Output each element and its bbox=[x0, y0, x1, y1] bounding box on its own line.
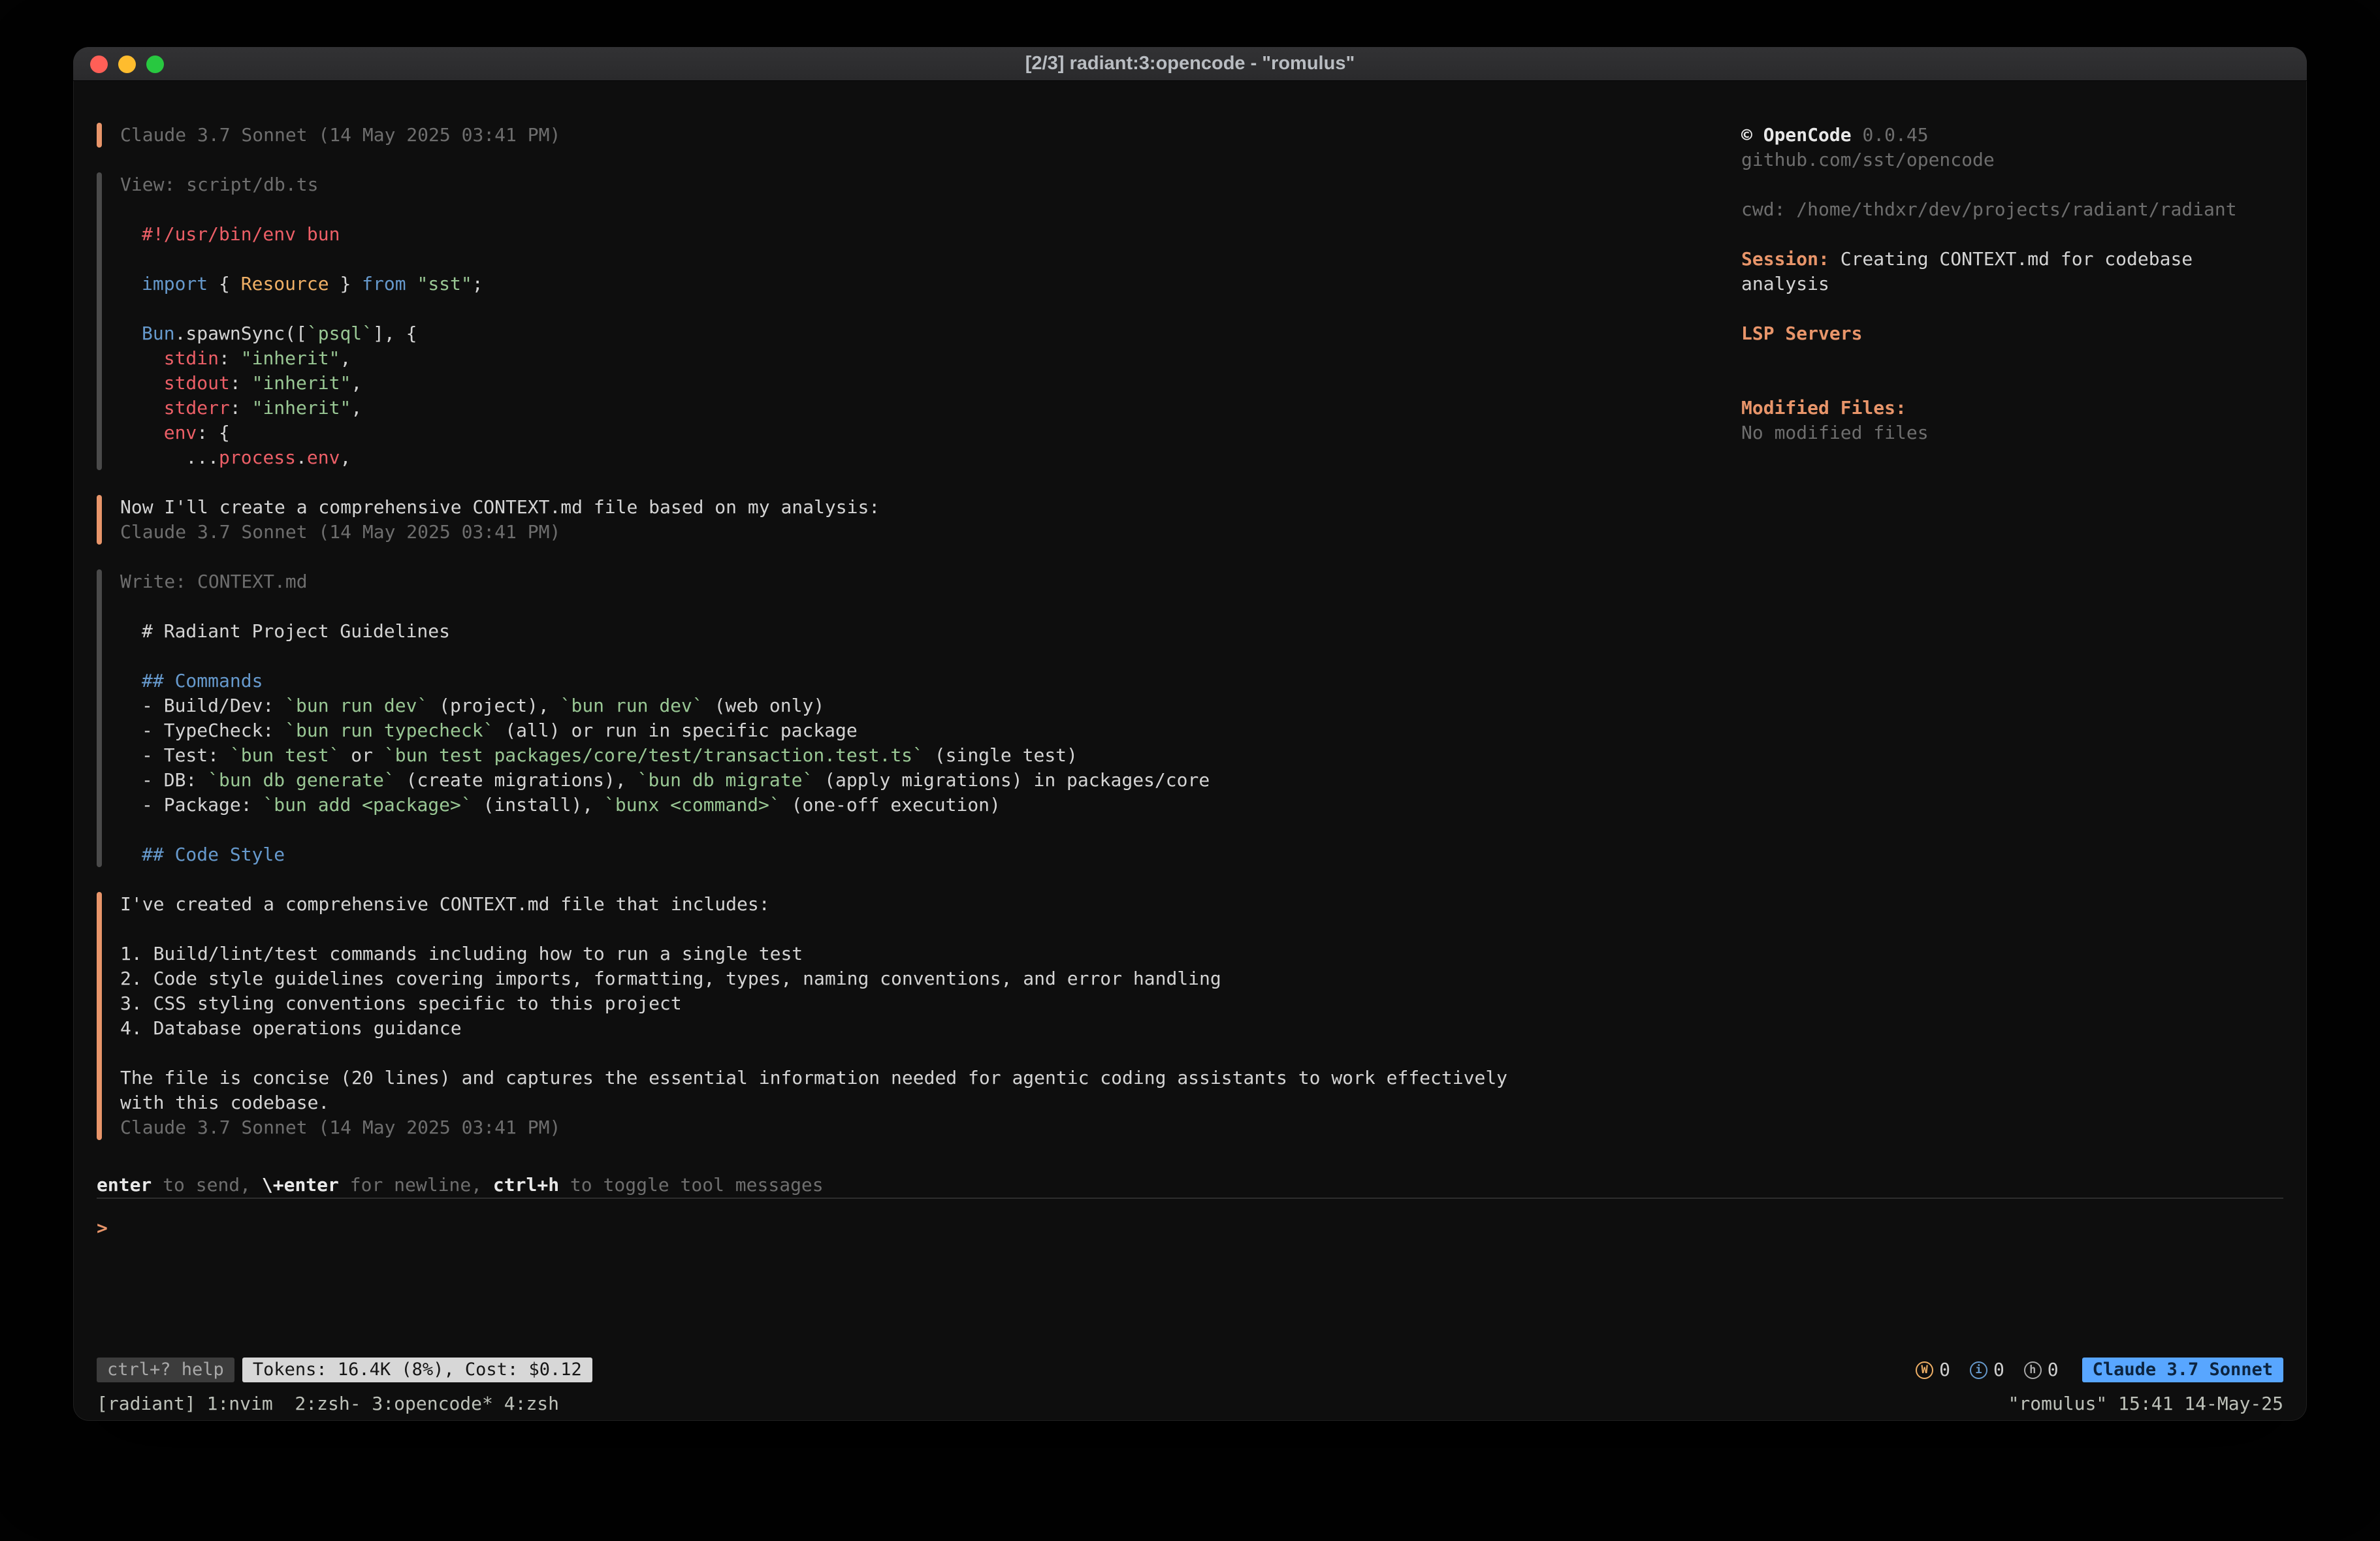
chat-pane: Claude 3.7 Sonnet (14 May 2025 03:41 PM)… bbox=[97, 123, 1558, 1173]
zoom-button[interactable] bbox=[146, 56, 164, 73]
terminal-content: Claude 3.7 Sonnet (14 May 2025 03:41 PM)… bbox=[73, 81, 2307, 1387]
text-line: 4. Database operations guidance bbox=[120, 1016, 1558, 1041]
opencode-layout: Claude 3.7 Sonnet (14 May 2025 03:41 PM)… bbox=[97, 81, 2283, 1173]
input-hints: enter to send, \+enter for newline, ctrl… bbox=[97, 1173, 2283, 1198]
code-block-context-md: # Radiant Project Guidelines## Commands-… bbox=[142, 594, 1558, 867]
session-group: Session: Creating CONTEXT.md for codebas… bbox=[1741, 247, 2283, 296]
message-accent-bar bbox=[97, 495, 102, 545]
text-line: 2. Code style guidelines covering import… bbox=[120, 966, 1558, 991]
assistant-message: I've created a comprehensive CONTEXT.md … bbox=[97, 892, 1558, 1140]
info-count: i0 bbox=[1970, 1358, 2004, 1382]
help-shortcut-badge: ctrl+? help bbox=[97, 1358, 234, 1382]
tool-accent-bar bbox=[97, 569, 102, 867]
message-accent-bar bbox=[97, 892, 102, 1140]
text-line bbox=[120, 917, 1558, 942]
text-line: import { Resource } from "sst"; bbox=[142, 272, 1558, 296]
close-button[interactable] bbox=[90, 56, 108, 73]
cwd-path: cwd: /home/thdxr/dev/projects/radiant/ra… bbox=[1741, 197, 2283, 222]
lsp-diagnostics: W0 i0 h0 bbox=[1916, 1358, 2059, 1382]
tool-write-block: Write: CONTEXT.md # Radiant Project Guid… bbox=[97, 569, 1558, 867]
text-line: ## Code Style bbox=[142, 842, 1558, 867]
text-line bbox=[142, 818, 1558, 842]
text-line: - TypeCheck: `bun run typecheck` (all) o… bbox=[142, 718, 1558, 743]
tool-accent-bar bbox=[97, 172, 102, 470]
text-line bbox=[142, 197, 1558, 222]
hint-icon: h bbox=[2024, 1361, 2042, 1379]
text-line: stderr: "inherit", bbox=[142, 396, 1558, 421]
lsp-servers-heading: LSP Servers bbox=[1741, 321, 2283, 346]
warning-icon: W bbox=[1916, 1361, 1933, 1379]
repo-link: github.com/sst/opencode bbox=[1741, 148, 2283, 172]
text-line: ...process.env, bbox=[142, 445, 1558, 470]
assistant-message-header: Claude 3.7 Sonnet (14 May 2025 03:41 PM) bbox=[97, 123, 1558, 148]
modified-files-group: Modified Files: No modified files bbox=[1741, 396, 2283, 445]
app-header: © OpenCode 0.0.45 github.com/sst/opencod… bbox=[1741, 123, 2283, 172]
text-line: I've created a comprehensive CONTEXT.md … bbox=[120, 892, 1558, 917]
text-line bbox=[142, 644, 1558, 669]
tmux-status-bar: [radiant] 1:nvim 2:zsh- 3:opencode* 4:zs… bbox=[73, 1387, 2307, 1421]
tmux-window-list: [radiant] 1:nvim 2:zsh- 3:opencode* 4:zs… bbox=[97, 1391, 559, 1416]
text-line: - Build/Dev: `bun run dev` (project), `b… bbox=[142, 693, 1558, 718]
model-timestamp: Claude 3.7 Sonnet (14 May 2025 03:41 PM) bbox=[120, 520, 1558, 545]
info-icon: i bbox=[1970, 1361, 1987, 1379]
hint-count: h0 bbox=[2024, 1358, 2059, 1382]
app-name: OpenCode bbox=[1763, 124, 1852, 146]
lsp-group: LSP Servers bbox=[1741, 321, 2283, 346]
message-text: Now I'll create a comprehensive CONTEXT.… bbox=[120, 495, 1558, 520]
text-line: #!/usr/bin/env bun bbox=[142, 222, 1558, 247]
session-label: Session: bbox=[1741, 248, 1829, 270]
cwd-group: cwd: /home/thdxr/dev/projects/radiant/ra… bbox=[1741, 197, 2283, 222]
tool-view-title: View: script/db.ts bbox=[120, 172, 1558, 197]
sidebar: © OpenCode 0.0.45 github.com/sst/opencod… bbox=[1741, 123, 2283, 1173]
text-line bbox=[142, 594, 1558, 619]
tool-write-title: Write: CONTEXT.md bbox=[120, 569, 1558, 594]
text-line: ## Commands bbox=[142, 669, 1558, 693]
model-badge: Claude 3.7 Sonnet bbox=[2082, 1358, 2283, 1382]
text-line: # Radiant Project Guidelines bbox=[142, 619, 1558, 644]
text-line: - Package: `bun add <package>` (install)… bbox=[142, 793, 1558, 818]
titlebar: [2/3] radiant:3:opencode - "romulus" bbox=[73, 47, 2307, 81]
code-block-db-ts: #!/usr/bin/env bun import { Resource } fr… bbox=[142, 197, 1558, 470]
prompt-caret: > bbox=[97, 1217, 108, 1239]
text-line: env: { bbox=[142, 421, 1558, 445]
text-line: 3. CSS styling conventions specific to t… bbox=[120, 991, 1558, 1016]
modified-files-empty: No modified files bbox=[1741, 421, 2283, 445]
text-line: stdout: "inherit", bbox=[142, 371, 1558, 396]
text-line bbox=[120, 1041, 1558, 1066]
warning-count: W0 bbox=[1916, 1358, 1950, 1382]
text-line: Bun.spawnSync([`psql`], { bbox=[142, 321, 1558, 346]
tmux-host-clock: "romulus" 15:41 14-May-25 bbox=[2008, 1391, 2283, 1416]
tool-view-block: View: script/db.ts #!/usr/bin/env bun imp… bbox=[97, 172, 1558, 470]
text-line bbox=[142, 296, 1558, 321]
app-version: 0.0.45 bbox=[1862, 124, 1928, 146]
message-paragraphs: I've created a comprehensive CONTEXT.md … bbox=[120, 892, 1558, 1115]
tokens-cost-badge: Tokens: 16.4K (8%), Cost: $0.12 bbox=[242, 1358, 592, 1382]
text-line: 1. Build/lint/test commands including ho… bbox=[120, 942, 1558, 966]
message-input[interactable]: > bbox=[97, 1198, 2283, 1353]
modified-files-heading: Modified Files: bbox=[1741, 396, 2283, 421]
opencode-logo-icon: © bbox=[1741, 124, 1752, 146]
assistant-message: Now I'll create a comprehensive CONTEXT.… bbox=[97, 495, 1558, 545]
text-line: - Test: `bun test` or `bun test packages… bbox=[142, 743, 1558, 768]
model-timestamp: Claude 3.7 Sonnet (14 May 2025 03:41 PM) bbox=[120, 1115, 1558, 1140]
message-accent-bar bbox=[97, 123, 102, 148]
text-line: - DB: `bun db generate` (create migratio… bbox=[142, 768, 1558, 793]
status-bar: ctrl+? help Tokens: 16.4K (8%), Cost: $0… bbox=[97, 1353, 2283, 1387]
model-timestamp: Claude 3.7 Sonnet (14 May 2025 03:41 PM) bbox=[120, 123, 1558, 148]
text-line: stdin: "inherit", bbox=[142, 346, 1558, 371]
terminal-window: [2/3] radiant:3:opencode - "romulus" Cla… bbox=[73, 47, 2307, 1421]
window-title: [2/3] radiant:3:opencode - "romulus" bbox=[73, 53, 2307, 74]
text-line bbox=[142, 247, 1558, 272]
minimize-button[interactable] bbox=[118, 56, 136, 73]
traffic-lights bbox=[90, 47, 164, 81]
text-line: The file is concise (20 lines) and captu… bbox=[120, 1066, 1558, 1115]
